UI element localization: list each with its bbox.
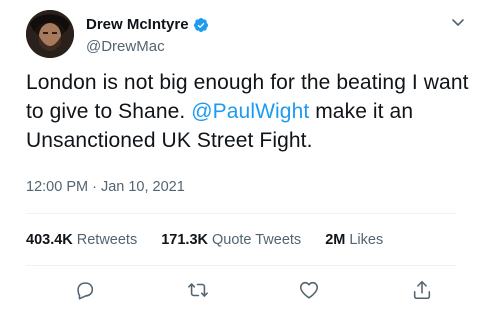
tweet-card: Drew McIntyre @DrewMac London is not big… [0, 0, 480, 315]
retweets-count: 403.4K [26, 232, 73, 248]
divider [26, 213, 456, 214]
retweets-stat[interactable]: 403.4K Retweets [26, 231, 137, 249]
likes-stat[interactable]: 2M Likes [325, 231, 383, 249]
heart-icon[interactable] [298, 279, 320, 301]
avatar[interactable] [26, 10, 74, 58]
author-display-name[interactable]: Drew McIntyre [86, 16, 189, 34]
quote-tweets-label: Quote Tweets [211, 232, 302, 248]
likes-count: 2M [325, 232, 346, 248]
author-name-row[interactable]: Drew McIntyre [86, 16, 209, 34]
likes-label: Likes [349, 232, 384, 248]
verified-badge-icon [193, 17, 209, 33]
chevron-down-icon[interactable] [450, 14, 466, 30]
retweet-icon[interactable] [187, 279, 209, 301]
quote-tweets-stat[interactable]: 171.3K Quote Tweets [161, 231, 301, 249]
retweets-label: Retweets [76, 232, 138, 248]
share-icon[interactable] [411, 279, 433, 301]
engagement-stats: 403.4K Retweets 171.3K Quote Tweets 2M L… [26, 231, 407, 249]
tweet-text: London is not big enough for the beating… [26, 68, 476, 155]
tweet-timestamp[interactable]: 12:00 PM · Jan 10, 2021 [26, 178, 185, 196]
quote-tweets-count: 171.3K [161, 232, 208, 248]
divider [26, 265, 456, 266]
mention-link[interactable]: @PaulWight [191, 100, 309, 123]
reply-icon[interactable] [74, 279, 96, 301]
author-handle[interactable]: @DrewMac [86, 38, 165, 56]
action-bar [0, 279, 480, 303]
